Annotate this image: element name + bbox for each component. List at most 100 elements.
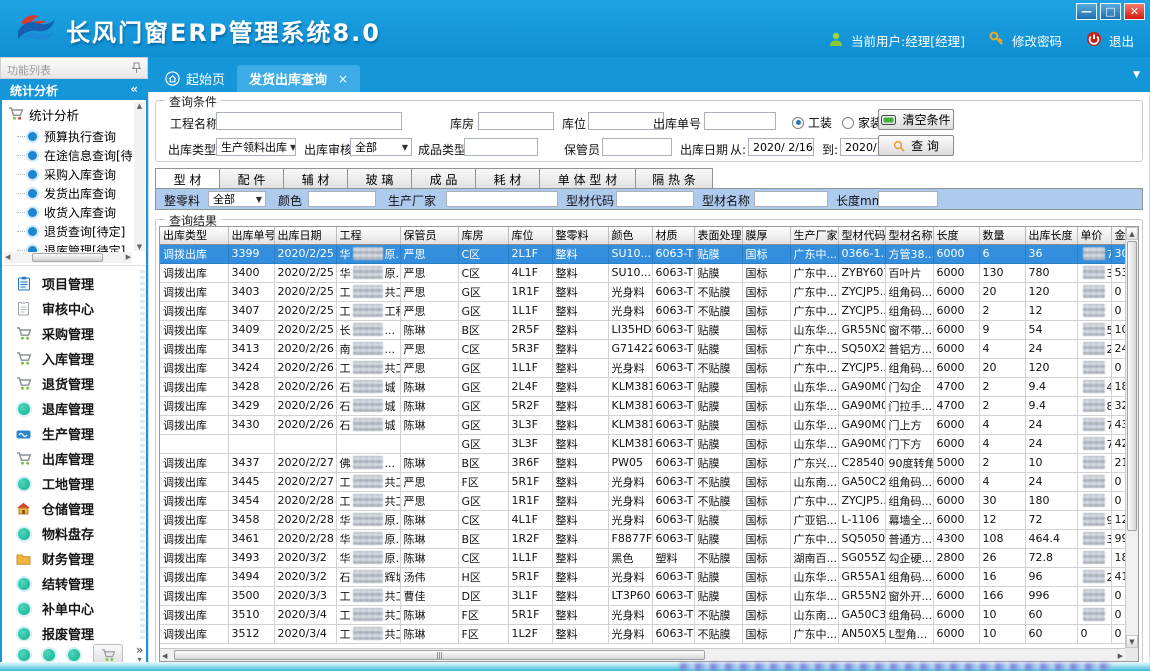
close-icon[interactable]: ✕ [1124,3,1145,20]
scroll-up-icon[interactable]: ▲ [134,102,145,110]
table-row[interactable]: 调拨出库34372020/2/27佛...陈琳B区3R6F整料PW056063-… [160,453,1139,472]
column-header[interactable]: 膜厚 [742,227,790,244]
column-header[interactable]: 库位 [508,227,552,244]
material-tab[interactable]: 隔 热 条 [635,168,713,189]
radio-home-decor[interactable]: 家装 [842,114,882,131]
column-header[interactable]: 出库单号 [228,227,274,244]
scroll-up-icon[interactable]: ▲ [1126,227,1138,240]
sidebar-menu-item[interactable]: 物料盘存 [2,521,146,546]
tab-home[interactable]: 起始页 [153,65,237,92]
profile-name-input[interactable] [754,191,828,207]
scroll-down-icon[interactable]: ▼ [134,243,145,251]
column-header[interactable]: 工程 [336,227,400,244]
table-row[interactable]: 调拨出库35122020/3/4工共工程陈琳F区1L2F整料光身料6063-T5… [160,624,1139,643]
sidebar-menu-item[interactable]: 生产管理 [2,421,146,446]
color-input[interactable] [308,191,376,207]
column-header[interactable]: 型材名称 [885,227,933,244]
outbound-audit-select[interactable]: 全部▼ [350,138,412,156]
scrollbar-thumb[interactable] [1127,241,1137,531]
table-row[interactable]: 调拨出库34302020/2/26石城陈琳G区3L3F整料KLM38176063… [160,415,1139,434]
table-row[interactable]: 调拨出库34292020/2/26石城陈琳G区5R2F整料KLM38176063… [160,396,1139,415]
table-row[interactable]: 调拨出库34032020/2/25工共工程严思G区1R1F整料光身料6063-T… [160,282,1139,301]
sidebar-menu-item[interactable]: 入库管理 [2,346,146,371]
column-header[interactable]: 出库日期 [274,227,336,244]
manufacturer-input[interactable] [446,191,558,207]
tab-list-dropdown-icon[interactable]: ▼ [1133,70,1140,80]
whole-part-select[interactable]: 全部▼ [208,191,266,207]
table-row[interactable]: 调拨出库34072020/2/25工工程严思G区1L1F整料光身料6063-T5… [160,301,1139,320]
column-header[interactable]: 长度 [933,227,979,244]
column-header[interactable]: 库房 [458,227,508,244]
sidebar-menu-item[interactable]: 工地管理 [2,471,146,496]
table-row[interactable]: 调拨出库34282020/2/26石城陈琳G区2L4F整料KLM38176063… [160,377,1139,396]
tree-horizontal-scrollbar[interactable]: ◀ ▶ [4,252,132,263]
scrollbar-thumb[interactable] [32,253,102,262]
sidebar-menu-item[interactable]: 出库管理 [2,446,146,471]
sidebar-menu-item[interactable]: 结转管理 [2,571,146,596]
scroll-right-icon[interactable]: ▶ [126,253,131,261]
column-header[interactable]: 出库类型 [160,227,228,244]
radio-work-clothes[interactable]: 工装 [792,114,832,131]
tree-item[interactable]: 收货入库查询 [17,203,132,222]
profile-code-input[interactable] [616,191,694,207]
keeper-input[interactable] [602,138,672,156]
maximize-icon[interactable]: □ [1100,3,1121,20]
tree-item[interactable]: 采购入库查询 [17,165,132,184]
change-password-link[interactable]: 修改密码 [1012,31,1062,50]
tree-root[interactable]: 统计分析 [8,105,132,124]
scroll-left-icon[interactable]: ◀ [162,652,167,660]
sidebar-menu-item[interactable]: 退库管理 [2,396,146,421]
table-row[interactable]: 调拨出库34132020/2/26南...严思C区5R3F整料G71422606… [160,339,1139,358]
tab-shipment-outbound-query[interactable]: 发货出库查询 × [237,65,360,92]
column-header[interactable]: 整零料 [552,227,608,244]
sidebar-menu-item[interactable]: 仓储管理 [2,496,146,521]
sidebar-menu-item[interactable]: 审核中心 [2,296,146,321]
tree-item[interactable]: 退货查询[待定] [17,222,132,241]
table-row[interactable]: 调拨出库33992020/2/25华原...严思C区2L1F整料SU10...6… [160,244,1139,263]
material-tab[interactable]: 型 材 [155,168,219,189]
sidebar-menu-item[interactable]: 退货管理 [2,371,146,396]
tree-item[interactable]: 在途信息查询[待 [17,146,132,165]
material-tab[interactable]: 配 件 [219,168,283,189]
date-from-select[interactable]: 2020/ 2/16▼ [748,138,814,156]
column-header[interactable]: 表面处理 [694,227,742,244]
material-tab[interactable]: 耗 材 [475,168,539,189]
sidebar-menu-item[interactable]: 项目管理 [2,271,146,296]
table-row[interactable]: 调拨出库34932020/3/2华原...陈琳C区1L1F整料黑色塑料不贴膜国标… [160,548,1139,567]
sidebar-section-header[interactable]: 统计分析 « [2,79,146,100]
scrollbar-thumb[interactable] [174,650,705,660]
sidebar-menu-item[interactable]: 采购管理 [2,321,146,346]
table-row[interactable]: 调拨出库34542020/2/28工共工程严思G区1R1F整料光身料6063-T… [160,491,1139,510]
tab-close-icon[interactable]: × [338,72,348,86]
scroll-down-icon[interactable]: ▼ [1126,635,1138,648]
pin-icon[interactable] [132,62,141,78]
length-input[interactable] [878,191,938,207]
sidebar-menu-item[interactable]: 报废管理 [2,621,146,641]
column-header[interactable]: 材质 [652,227,694,244]
column-header[interactable]: 颜色 [608,227,652,244]
sidebar-menu-item[interactable]: 补单中心 [2,596,146,621]
module-dot-icon[interactable] [18,649,30,661]
order-no-input[interactable] [704,112,776,130]
warehouse-input[interactable] [478,112,554,130]
table-row[interactable]: 调拨出库35102020/3/4工共工程陈琳F区5R1F整料光身料6063-T5… [160,605,1139,624]
table-row[interactable]: 调拨出库34242020/2/26工共工程严思G区1L1F整料光身料6063-T… [160,358,1139,377]
column-header[interactable]: 单价 [1077,227,1111,244]
table-vertical-scrollbar[interactable]: ▲ ▼ [1125,227,1138,648]
table-row[interactable]: 调拨出库34582020/2/28华原...陈琳C区4L1F整料光身料6063-… [160,510,1139,529]
module-dot-icon[interactable] [68,649,80,661]
menu-scrollbar[interactable] [140,270,145,639]
search-button[interactable]: 查 询 [878,135,954,156]
table-row[interactable]: 调拨出库34092020/2/25长...陈琳B区2R5F整料LI35HD606… [160,320,1139,339]
logout-link[interactable]: 退出 [1109,31,1134,50]
table-row[interactable]: 调拨出库34452020/2/27工共工程严思F区5R1F整料光身料6063-T… [160,472,1139,491]
table-row[interactable]: G区3L3F整料KLM38176063-T5贴膜国标山东华...GA90M09.… [160,434,1139,453]
scroll-right-icon[interactable]: ▶ [1118,652,1123,660]
clear-conditions-button[interactable]: 清空条件 [878,109,954,130]
project-name-input[interactable] [216,112,402,130]
column-header[interactable]: 数量 [979,227,1025,244]
table-row[interactable]: 调拨出库34612020/2/28华原...陈琳B区1R2F整料F8877FT6… [160,529,1139,548]
table-row[interactable]: 调拨出库34942020/3/2石辉城汤伟H区5R1F整料光身料6063-T5贴… [160,567,1139,586]
module-dot-icon[interactable] [43,649,55,661]
material-tab[interactable]: 单 体 型 材 [539,168,635,189]
